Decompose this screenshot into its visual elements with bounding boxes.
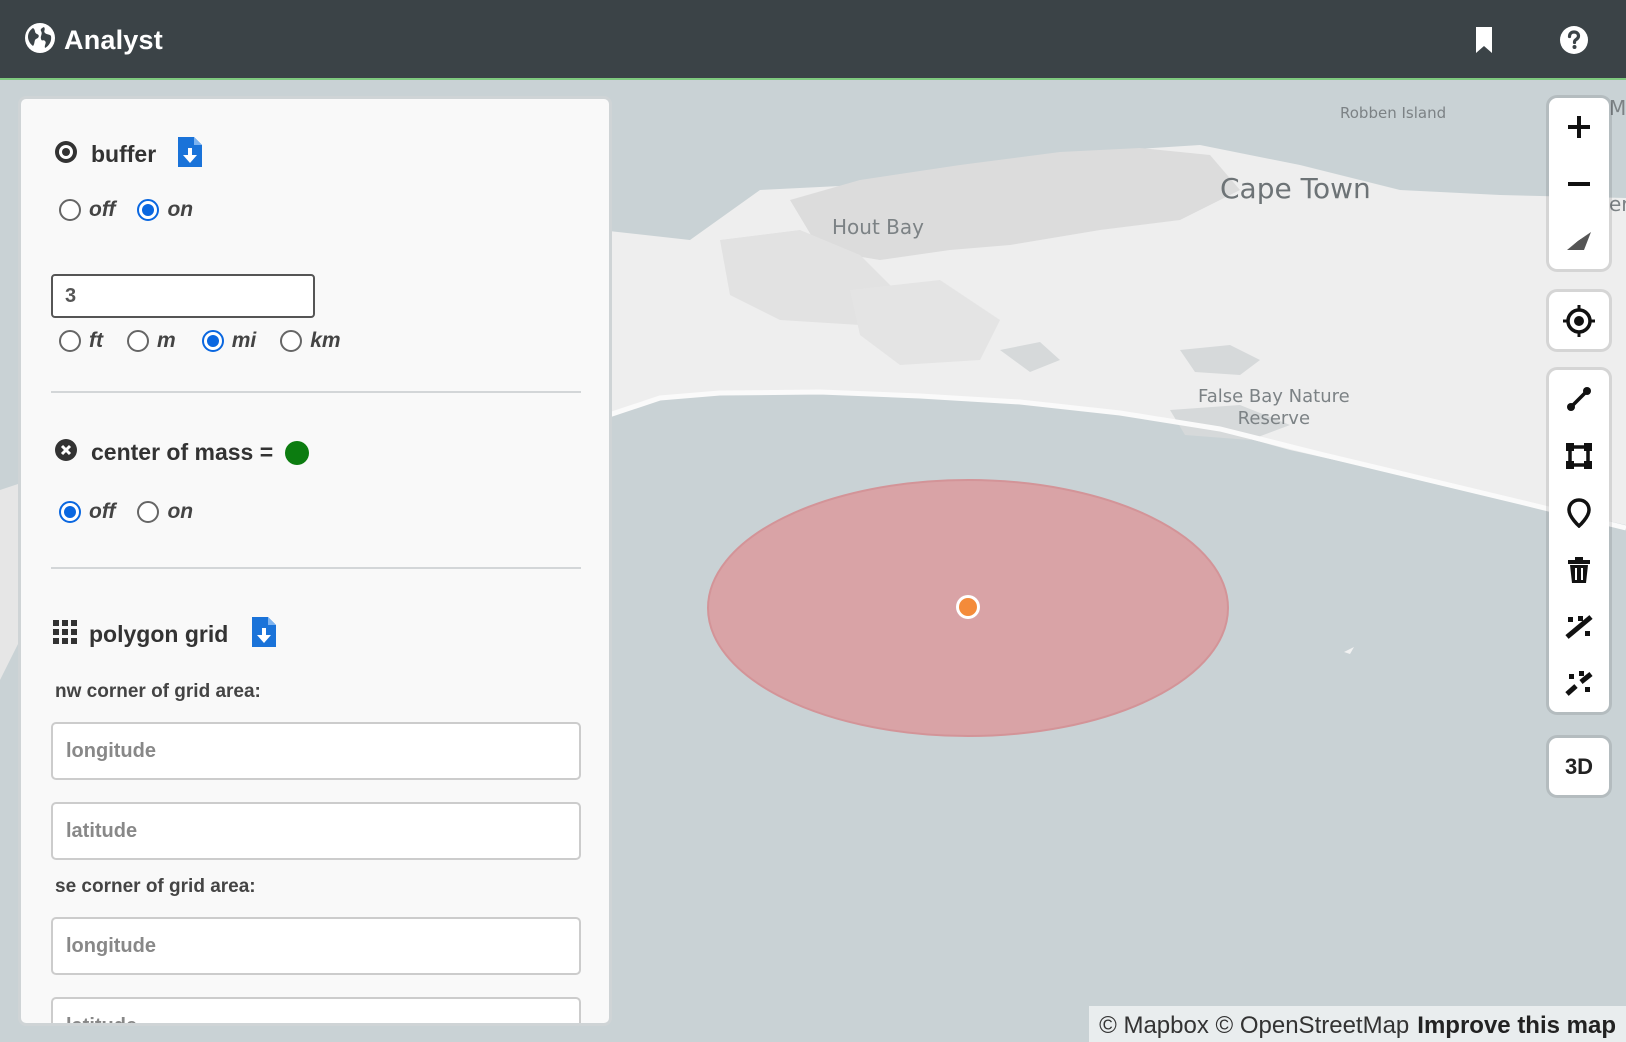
nw-corner-label: nw corner of grid area: bbox=[55, 681, 261, 702]
buffer-header: buffer bbox=[53, 137, 203, 172]
draw-controls bbox=[1549, 370, 1609, 712]
buffer-radio-icon[interactable] bbox=[53, 139, 79, 170]
unit-m-label: m bbox=[157, 329, 176, 352]
polygon-grid-header: polygon grid bbox=[53, 617, 277, 652]
crosshair-icon bbox=[1562, 304, 1596, 338]
polygon-icon bbox=[1564, 441, 1594, 471]
buffer-on-radio[interactable] bbox=[137, 199, 160, 221]
buffer-distance-input[interactable]: 3 bbox=[51, 274, 315, 318]
se-longitude-input[interactable]: longitude bbox=[51, 917, 581, 975]
map-label-false-bay-line2: Reserve bbox=[1237, 408, 1311, 429]
unit-m-option[interactable]: m bbox=[127, 329, 176, 353]
bookmark-icon[interactable] bbox=[1468, 24, 1500, 56]
center-of-mass-color-swatch bbox=[285, 440, 310, 465]
draw-line-button[interactable] bbox=[1549, 370, 1609, 427]
unit-ft-option[interactable]: ft bbox=[59, 329, 103, 353]
unit-ft-radio[interactable] bbox=[59, 330, 81, 352]
buffer-units: ft m mi km bbox=[59, 329, 363, 353]
globe-icon bbox=[24, 22, 56, 59]
compass-icon bbox=[1564, 226, 1594, 256]
section-divider bbox=[51, 567, 581, 569]
uncombine-icon bbox=[1563, 668, 1595, 700]
grid-icon bbox=[53, 620, 77, 649]
center-of-mass-title: center of mass = bbox=[91, 439, 274, 465]
center-of-mass-toggle: off on bbox=[59, 500, 215, 524]
trash-icon bbox=[1564, 555, 1594, 585]
zoom-out-button[interactable] bbox=[1549, 155, 1609, 212]
polygon-grid-title: polygon grid bbox=[89, 621, 229, 647]
unit-mi-label: mi bbox=[231, 329, 257, 352]
unit-km-option[interactable]: km bbox=[280, 329, 341, 353]
navigation-controls bbox=[1549, 98, 1609, 269]
buffer-off-radio[interactable] bbox=[59, 199, 81, 221]
com-off-radio[interactable] bbox=[59, 501, 81, 523]
buffer-title: buffer bbox=[91, 141, 157, 167]
attribution-text: © Mapbox © OpenStreetMap bbox=[1099, 1012, 1410, 1039]
com-off-option[interactable]: off bbox=[59, 500, 115, 524]
analysis-panel: buffer off on 3 ft m mi km center of mas… bbox=[18, 96, 612, 1026]
buffer-on-label: on bbox=[167, 198, 194, 221]
plus-icon bbox=[1566, 114, 1592, 140]
unit-m-radio[interactable] bbox=[127, 330, 149, 352]
draw-polygon-button[interactable] bbox=[1549, 427, 1609, 484]
unit-mi-radio[interactable] bbox=[201, 330, 224, 352]
map-label-hout-bay: Hout Bay bbox=[832, 215, 924, 239]
three-d-control: 3D bbox=[1549, 738, 1609, 795]
geolocate-control bbox=[1549, 292, 1609, 349]
top-bar: Analyst bbox=[0, 0, 1626, 80]
app-title: Analyst bbox=[64, 25, 163, 55]
com-on-option[interactable]: on bbox=[137, 500, 193, 524]
section-divider bbox=[51, 391, 581, 393]
map-label-robben-island: Robben Island bbox=[1340, 104, 1447, 122]
trash-button[interactable] bbox=[1549, 541, 1609, 598]
unit-mi-option[interactable]: mi bbox=[201, 329, 257, 353]
help-icon[interactable] bbox=[1558, 24, 1590, 56]
download-file-icon[interactable] bbox=[252, 617, 277, 652]
buffer-toggle: off on bbox=[59, 198, 215, 222]
compass-button[interactable] bbox=[1549, 212, 1609, 269]
minus-icon bbox=[1566, 171, 1592, 197]
buffer-off-label: off bbox=[89, 198, 116, 221]
unit-ft-label: ft bbox=[89, 329, 103, 352]
combine-button[interactable] bbox=[1549, 598, 1609, 655]
map-label-edge-top: M bbox=[1609, 96, 1626, 120]
nw-latitude-input[interactable]: latitude bbox=[51, 802, 581, 860]
map-attribution: © Mapbox © OpenStreetMap Improve this map bbox=[1089, 1006, 1626, 1042]
geolocate-button[interactable] bbox=[1549, 292, 1609, 349]
se-latitude-input[interactable]: latitude bbox=[51, 997, 581, 1023]
nw-longitude-input[interactable]: longitude bbox=[51, 722, 581, 780]
unit-km-radio[interactable] bbox=[280, 330, 303, 352]
close-circle-icon[interactable] bbox=[53, 437, 79, 468]
unit-km-label: km bbox=[310, 329, 341, 352]
map-label-false-bay-line1: False Bay Nature bbox=[1198, 386, 1350, 407]
map-label-false-bay: False Bay Nature Reserve bbox=[1198, 386, 1350, 430]
three-d-button[interactable]: 3D bbox=[1549, 738, 1609, 795]
buffer-off-option[interactable]: off bbox=[59, 198, 115, 222]
com-on-label: on bbox=[167, 500, 194, 523]
center-of-mass-header: center of mass = bbox=[53, 437, 310, 468]
download-file-icon[interactable] bbox=[178, 137, 203, 172]
marker-icon bbox=[1564, 497, 1594, 528]
map-label-cape-town: Cape Town bbox=[1220, 172, 1371, 205]
buffer-on-option[interactable]: on bbox=[137, 198, 193, 222]
uncombine-button[interactable] bbox=[1549, 655, 1609, 712]
zoom-in-button[interactable] bbox=[1549, 98, 1609, 155]
com-on-radio[interactable] bbox=[137, 501, 160, 523]
se-corner-label: se corner of grid area: bbox=[55, 876, 256, 897]
com-off-label: off bbox=[89, 500, 116, 523]
map-label-edge-mid: er bbox=[1609, 192, 1626, 216]
draw-point-button[interactable] bbox=[1549, 484, 1609, 541]
improve-map-link[interactable]: Improve this map bbox=[1417, 1012, 1616, 1039]
combine-icon bbox=[1563, 611, 1595, 643]
line-icon bbox=[1564, 384, 1594, 414]
brand[interactable]: Analyst bbox=[24, 22, 163, 59]
